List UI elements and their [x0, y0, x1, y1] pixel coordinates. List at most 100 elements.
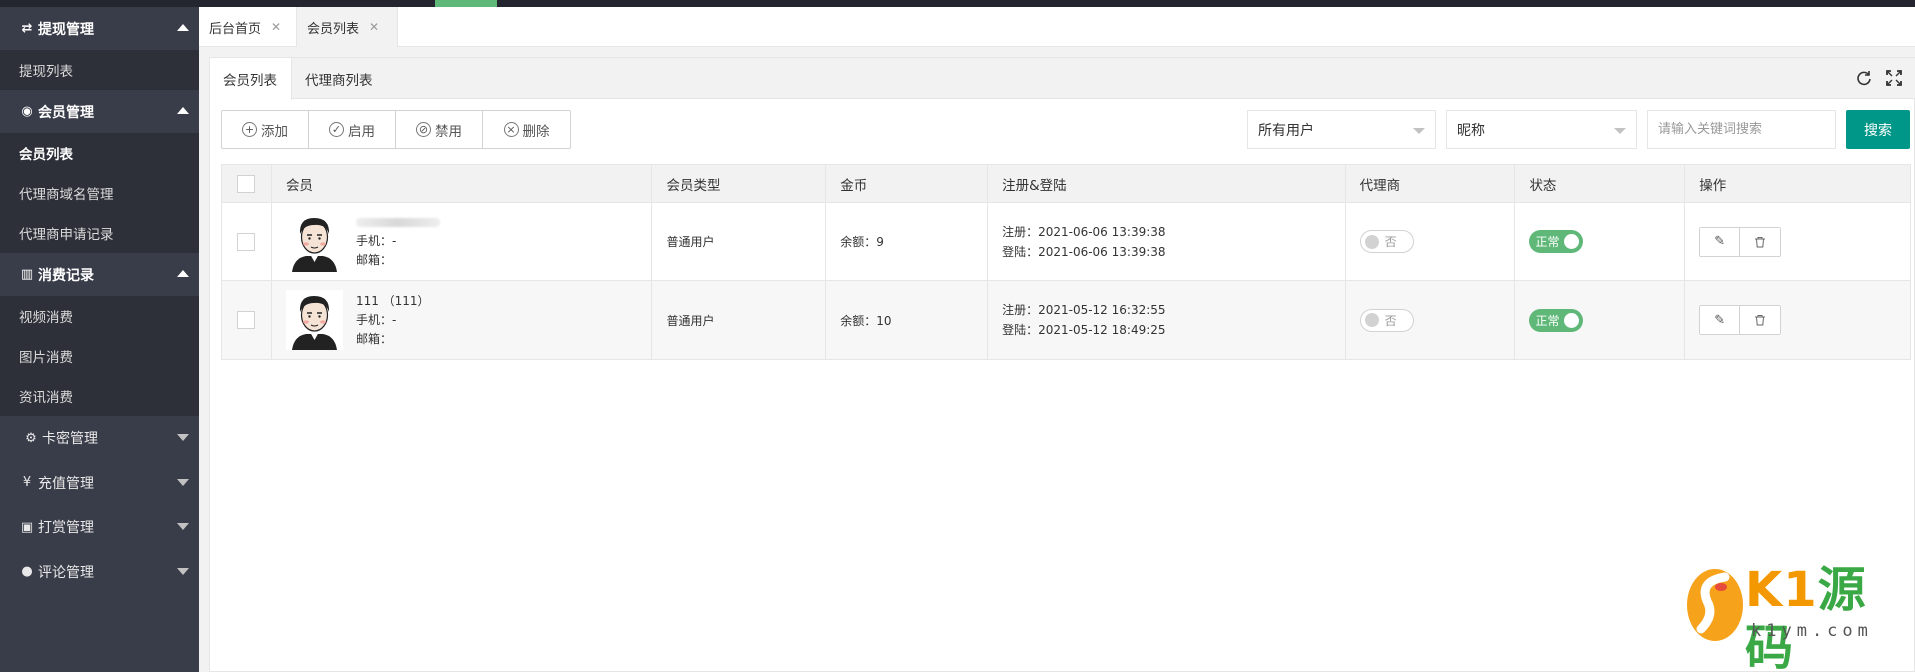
register-time: 注册：2021-05-12 16:32:55: [1002, 303, 1166, 317]
refresh-icon[interactable]: [1855, 70, 1873, 88]
bar-chart-icon: ▥: [20, 267, 34, 282]
agent-cell: 否: [1346, 281, 1516, 359]
comment-icon: ●: [21, 564, 33, 580]
user-type-select-value: 所有用户: [1258, 122, 1314, 139]
sidebar-item-withdraw-list[interactable]: 提现列表: [0, 50, 199, 90]
delete-row-button[interactable]: [1740, 227, 1781, 256]
time-cell: 注册：2021-05-12 16:32:55 登陆：2021-05-12 18:…: [988, 281, 1346, 359]
chevron-up-icon: [177, 107, 189, 114]
nav-group-members[interactable]: ◉ 会员管理: [0, 90, 199, 133]
agent-toggle[interactable]: 否: [1359, 308, 1414, 332]
nav-subgroup-consumption: 视频消费 图片消费 资讯消费: [0, 296, 199, 416]
pencil-icon: ✎: [1714, 312, 1726, 328]
subtab-member-list[interactable]: 会员列表: [210, 58, 292, 100]
nav-group-consumption[interactable]: ▥ 消费记录: [0, 253, 199, 296]
sidebar-item-agent-domains[interactable]: 代理商域名管理: [0, 173, 199, 213]
trash-icon: [1755, 315, 1766, 326]
subtab-agent-list[interactable]: 代理商列表: [292, 58, 386, 99]
time-info: 注册：2021-06-06 13:39:38 登陆：2021-06-06 13:…: [1002, 222, 1165, 262]
status-cell: 正常: [1515, 281, 1686, 359]
blurred-name: [355, 218, 440, 227]
top-bar: [0, 0, 1915, 7]
table-header-row: 会员 会员类型 金币 注册&登陆 代理商 状态 操作: [222, 165, 1910, 203]
close-icon[interactable]: ✕: [369, 20, 379, 34]
operation-cell: ✎: [1685, 203, 1910, 280]
row-checkbox[interactable]: [237, 232, 256, 251]
agent-cell: 否: [1346, 203, 1516, 280]
tab-label: 会员列表: [307, 21, 360, 37]
column-header: 会员类型: [652, 165, 827, 202]
row-checkbox-cell: [222, 281, 272, 359]
member-info: 手机：- 邮箱：: [355, 213, 440, 270]
operation-cell: ✎: [1685, 281, 1910, 359]
column-header: 注册&登陆: [988, 165, 1346, 202]
delete-button-label: 删除: [522, 123, 550, 140]
disable-button-label: 禁用: [435, 123, 462, 140]
nav-group-label: 充值管理: [38, 475, 94, 492]
toggle-knob: [1364, 234, 1379, 249]
money-icon: ▣: [20, 519, 34, 535]
search-field-select[interactable]: 昵称: [1446, 110, 1637, 149]
yen-icon: ¥: [22, 475, 32, 491]
register-time: 注册：2021-06-06 13:39:38: [1002, 224, 1166, 239]
avatar: [285, 290, 343, 350]
tab-member-list[interactable]: 会员列表 ✕: [297, 7, 398, 47]
close-circle-icon: ×: [503, 122, 519, 137]
nav-group-recharge[interactable]: ¥ 充值管理: [0, 460, 199, 505]
member-phone: 手机：-: [355, 234, 397, 248]
chevron-up-icon: [177, 270, 189, 277]
coins-cell: 余额：10: [826, 281, 989, 359]
row-checkbox[interactable]: [237, 311, 256, 329]
time-cell: 注册：2021-06-06 13:39:38 登陆：2021-06-06 13:…: [988, 203, 1346, 280]
tab-dashboard[interactable]: 后台首页 ✕: [199, 7, 297, 47]
nav-group-cards[interactable]: ⚙ 卡密管理: [0, 416, 199, 461]
search-button[interactable]: 搜索: [1846, 110, 1910, 149]
edit-button[interactable]: ✎: [1700, 306, 1741, 334]
sidebar-item-agent-applications[interactable]: 代理商申请记录: [0, 213, 199, 253]
sidebar-item-news-consumption[interactable]: 资讯消费: [0, 376, 199, 416]
delete-row-button[interactable]: [1740, 306, 1781, 334]
nav-group-comments[interactable]: ● 评论管理: [0, 549, 199, 594]
operation-buttons: ✎: [1699, 305, 1782, 335]
agent-toggle-label: 否: [1384, 313, 1397, 328]
select-all-checkbox[interactable]: [237, 174, 256, 193]
member-type-cell: 普通用户: [652, 281, 827, 359]
nav-group-rewards[interactable]: ▣ 打赏管理: [0, 505, 199, 550]
status-toggle[interactable]: 正常: [1529, 308, 1584, 332]
row-checkbox-cell: [222, 203, 272, 280]
user-circle-icon: ◉: [21, 104, 33, 119]
enable-button[interactable]: ✓ 启用: [309, 111, 396, 148]
column-header: 金币: [826, 165, 989, 202]
delete-button[interactable]: × 删除: [483, 111, 570, 148]
chevron-down-icon: [177, 478, 189, 486]
top-bar-accent: [435, 0, 497, 7]
agent-toggle[interactable]: 否: [1359, 230, 1414, 253]
search-input[interactable]: [1647, 110, 1836, 149]
sidebar-item-image-consumption[interactable]: 图片消费: [0, 336, 199, 376]
member-name: [355, 213, 440, 232]
table-row: 手机：- 邮箱： 普通用户 余额：9 注册：2021-06-06 13:39:3…: [222, 203, 1910, 281]
operation-buttons: ✎: [1699, 226, 1782, 257]
chevron-down-icon: [177, 523, 189, 530]
status-toggle[interactable]: 正常: [1529, 230, 1584, 253]
header-checkbox-cell: [222, 165, 272, 202]
enable-button-label: 启用: [348, 123, 375, 140]
member-name: 111 （111）: [355, 293, 430, 308]
user-type-select[interactable]: 所有用户: [1247, 110, 1436, 149]
edit-button[interactable]: ✎: [1700, 227, 1741, 256]
sidebar-item-member-list[interactable]: 会员列表: [0, 133, 199, 173]
pencil-icon: ✎: [1714, 234, 1726, 249]
close-icon[interactable]: ✕: [271, 20, 281, 34]
nav-group-label: 打赏管理: [38, 520, 94, 537]
ban-icon: ⊘: [416, 122, 431, 137]
sidebar-item-video-consumption[interactable]: 视频消费: [0, 296, 199, 336]
add-button[interactable]: + 添加: [222, 111, 309, 148]
disable-button[interactable]: ⊘ 禁用: [396, 111, 483, 148]
nav-group-label: 消费记录: [38, 267, 94, 284]
main-card: 会员列表 代理商列表 + 添加 ✓ 启用 ⊘ 禁用 ×删除 所有用户 昵称 搜索 会员…: [209, 57, 1915, 672]
nav-group-withdraw[interactable]: ⇄ 提现管理: [0, 7, 199, 50]
chevron-up-icon: [177, 24, 189, 31]
fullscreen-icon[interactable]: [1885, 70, 1903, 88]
table-row: 111 （111） 手机：- 邮箱： 普通用户 余额：10 注册：2021-05…: [222, 281, 1910, 359]
member-email: 邮箱：: [355, 331, 392, 346]
